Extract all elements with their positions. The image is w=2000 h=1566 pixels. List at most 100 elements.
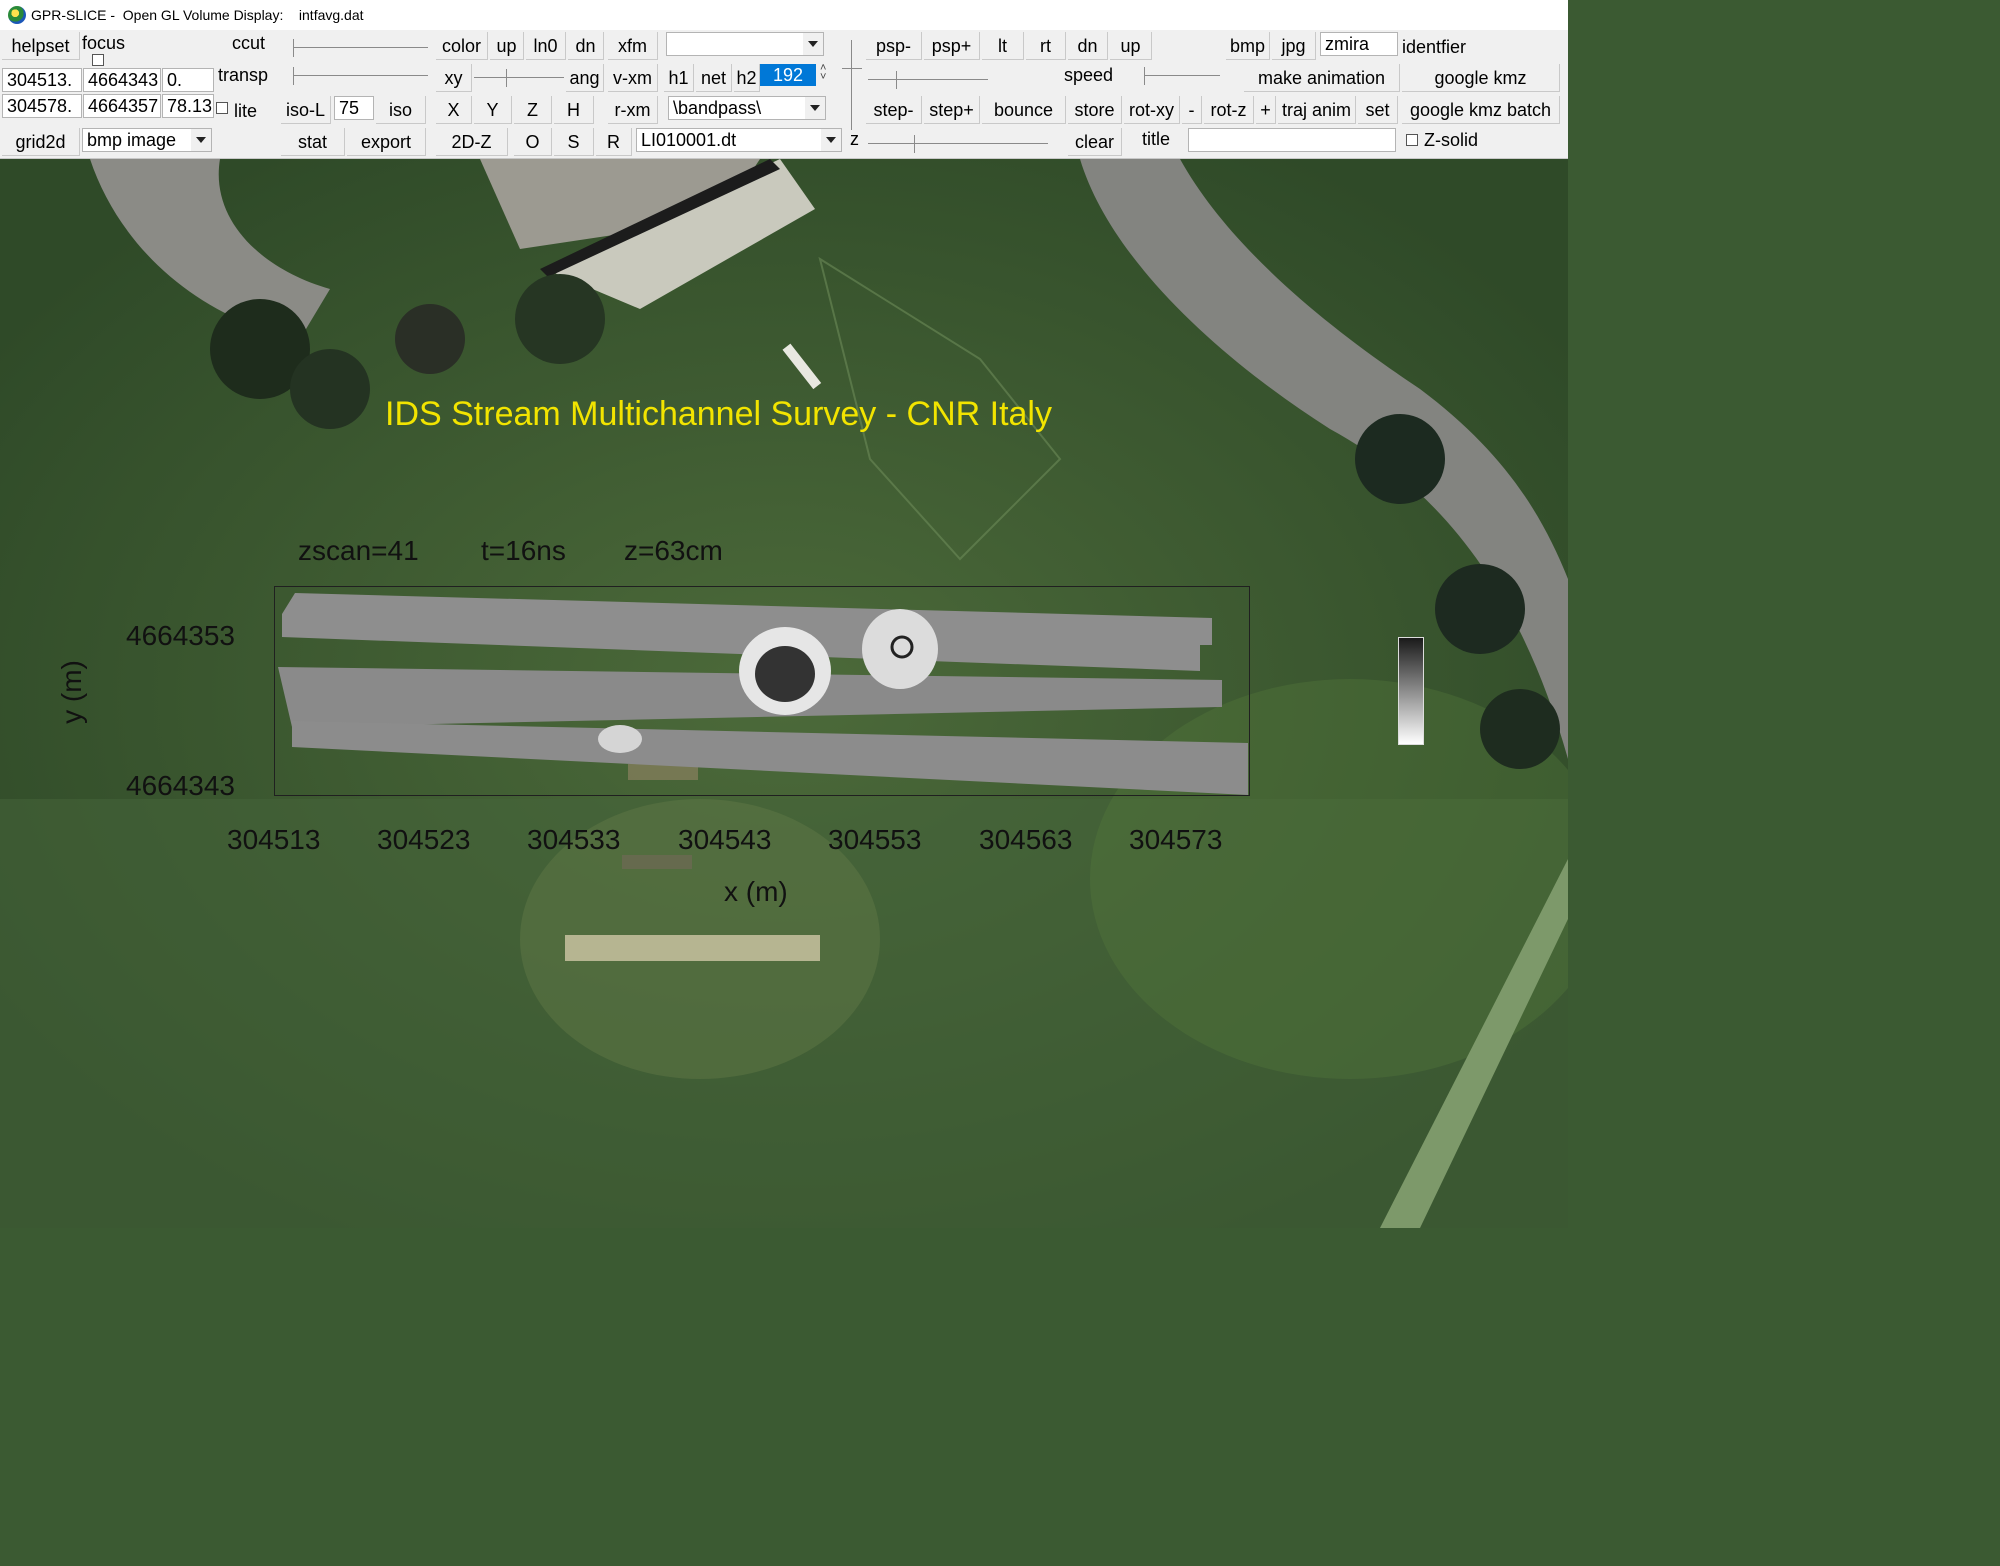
x-tick-label: 304533 (527, 824, 621, 855)
stat-button[interactable]: stat (281, 128, 345, 156)
color-scale-bar (1398, 637, 1424, 745)
filter-select[interactable]: \bandpass\ (668, 96, 826, 120)
y-axis-label: y (m) (55, 660, 87, 724)
angle-slider[interactable] (474, 68, 564, 88)
identifier-label: identfier (1402, 37, 1467, 57)
spin-arrows-icon[interactable]: ˄ ˅ (820, 63, 826, 83)
h1-button[interactable]: h1 (664, 64, 694, 92)
ln0-button[interactable]: ln0 (526, 32, 566, 60)
iso-button[interactable]: iso (376, 96, 426, 124)
vertical-slider[interactable] (842, 40, 862, 130)
ccut-label: ccut (232, 33, 266, 53)
identifier-field[interactable]: zmira (1320, 32, 1398, 56)
net-button[interactable]: net (696, 64, 732, 92)
color-button[interactable]: color (436, 32, 488, 60)
transp-label: transp (218, 65, 269, 85)
v-xm-button[interactable]: v-xm (608, 64, 658, 92)
image-type-value: bmp image (87, 130, 177, 150)
xy-button[interactable]: xy (436, 64, 472, 92)
grid2d-button[interactable]: grid2d (2, 128, 80, 156)
chevron-down-icon (803, 33, 823, 55)
chevron-down-icon (805, 97, 825, 119)
zscan-readout: zscan=41 (298, 535, 419, 566)
file-select[interactable]: LI010001.dt (636, 128, 842, 152)
coord-y1-field[interactable]: 4664343 (83, 68, 161, 92)
traj-anim-button[interactable]: traj anim (1278, 96, 1356, 124)
control-toolbar: helpset focus 304513. 4664343 0. 304578.… (0, 30, 1568, 159)
bmp-button[interactable]: bmp (1226, 32, 1270, 60)
z-button[interactable]: Z (514, 96, 552, 124)
transp-slider[interactable] (293, 66, 428, 86)
ccut-slider[interactable] (293, 38, 428, 58)
speed-label: speed (1064, 65, 1114, 85)
x-tick-label: 304553 (828, 824, 922, 855)
lite-checkbox[interactable] (216, 102, 228, 114)
coord-x1-field[interactable]: 304513. (2, 68, 82, 92)
step-plus-button[interactable]: step+ (924, 96, 980, 124)
title-field[interactable] (1188, 128, 1396, 152)
speed-slider[interactable] (1144, 66, 1220, 86)
r-xm-button[interactable]: r-xm (608, 96, 658, 124)
google-kmz-batch-button[interactable]: google kmz batch (1402, 96, 1560, 124)
x-tick-label: 304563 (979, 824, 1073, 855)
psp-minus-button[interactable]: psp- (866, 32, 922, 60)
survey-title: IDS Stream Multichannel Survey - CNR Ita… (385, 395, 1052, 433)
z-solid-checkbox[interactable] (1406, 134, 1418, 146)
minus-button[interactable]: - (1182, 96, 1202, 124)
lite-label: lite (234, 101, 258, 121)
z-solid-label: Z-solid (1424, 130, 1479, 150)
x-button[interactable]: X (436, 96, 472, 124)
plus-button[interactable]: + (1256, 96, 1276, 124)
color-dn-button[interactable]: dn (568, 32, 604, 60)
xfm-button[interactable]: xfm (608, 32, 658, 60)
iso-value-field[interactable]: 75 (334, 96, 374, 120)
iso-l-button[interactable]: iso-L (281, 96, 331, 124)
o-button[interactable]: O (514, 128, 552, 156)
make-animation-button[interactable]: make animation (1244, 64, 1400, 92)
rot-xy-button[interactable]: rot-xy (1124, 96, 1180, 124)
2d-z-button[interactable]: 2D-Z (436, 128, 508, 156)
color-up-button[interactable]: up (490, 32, 524, 60)
set-button[interactable]: set (1358, 96, 1398, 124)
store-button[interactable]: store (1068, 96, 1122, 124)
y-button[interactable]: Y (474, 96, 512, 124)
h2-value-spinner[interactable]: 192 (760, 64, 816, 86)
s-button[interactable]: S (554, 128, 594, 156)
coord-y2-field[interactable]: 4664357 (83, 94, 161, 118)
jpg-button[interactable]: jpg (1272, 32, 1316, 60)
app-globe-icon (8, 6, 26, 24)
rot-z-button[interactable]: rot-z (1204, 96, 1254, 124)
bounce-button[interactable]: bounce (982, 96, 1066, 124)
aerial-map-view[interactable] (0, 159, 1568, 1228)
filter-value: \bandpass\ (673, 98, 762, 118)
clear-button[interactable]: clear (1068, 128, 1122, 156)
rt-button[interactable]: rt (1026, 32, 1066, 60)
focus-checkbox[interactable] (92, 54, 104, 66)
coord-z2-field[interactable]: 78.13 (162, 94, 214, 118)
y-tick-label: 4664353 (126, 620, 236, 651)
y-tick-label: 4664343 (126, 770, 236, 801)
dn-button[interactable]: dn (1068, 32, 1108, 60)
r-button[interactable]: R (596, 128, 632, 156)
coord-x2-field[interactable]: 304578. (2, 94, 82, 118)
step-minus-button[interactable]: step- (866, 96, 922, 124)
time-readout: t=16ns (481, 535, 566, 566)
psp-plus-button[interactable]: psp+ (924, 32, 980, 60)
up-button[interactable]: up (1110, 32, 1152, 60)
display-mode-select[interactable] (666, 32, 824, 56)
lt-button[interactable]: lt (982, 32, 1024, 60)
helpset-button[interactable]: helpset (2, 32, 80, 60)
image-type-select[interactable]: bmp image (82, 128, 212, 152)
google-kmz-button[interactable]: google kmz (1402, 64, 1560, 92)
h2-button[interactable]: h2 (734, 64, 760, 92)
chevron-down-icon (821, 129, 841, 151)
chevron-down-icon (191, 129, 211, 151)
h-button[interactable]: H (554, 96, 594, 124)
z-slider[interactable] (868, 134, 1048, 154)
coord-z1-field[interactable]: 0. (162, 68, 214, 92)
ang-button[interactable]: ang (566, 64, 604, 92)
plot-frame (274, 586, 1250, 796)
pan-slider[interactable] (868, 70, 988, 90)
focus-label: focus (82, 33, 126, 53)
export-button[interactable]: export (347, 128, 426, 156)
